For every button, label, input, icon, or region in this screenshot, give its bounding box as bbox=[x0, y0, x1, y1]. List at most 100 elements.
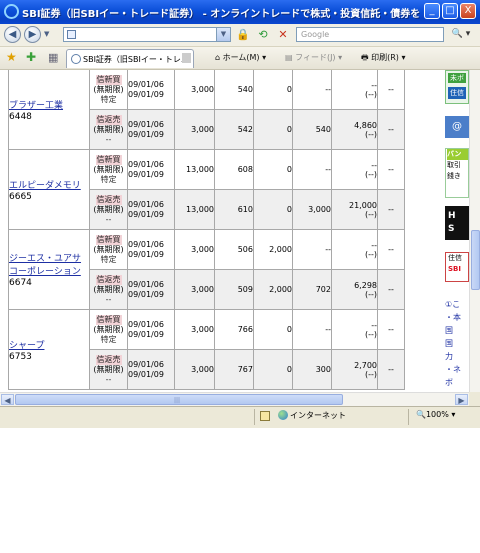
protected-mode-icon[interactable] bbox=[260, 411, 270, 421]
scroll-right-icon[interactable]: ▶ bbox=[455, 394, 468, 405]
search-input[interactable]: Google bbox=[296, 27, 444, 42]
feed-label: フィード(J) bbox=[295, 53, 336, 62]
value-cell: 702 bbox=[292, 269, 332, 310]
value-cell: 2,000 bbox=[253, 229, 293, 270]
close-button[interactable]: X bbox=[460, 3, 476, 19]
sidebar-notice-item[interactable]: ・ネ bbox=[445, 363, 469, 376]
sidebar-banner-1-top: 未ボ bbox=[448, 73, 466, 83]
back-button[interactable]: ◀ bbox=[4, 26, 21, 43]
settle-date: 09/01/09 bbox=[128, 129, 164, 139]
order-type-cell: 信新買 (無期限) 特定 bbox=[89, 229, 128, 270]
value-cell: 0 bbox=[253, 309, 293, 350]
order-dates-cell: 09/01/06 09/01/09 bbox=[127, 70, 175, 110]
stop-icon[interactable]: ✕ bbox=[276, 28, 290, 42]
value-cell: 540 bbox=[292, 109, 332, 150]
minimize-button[interactable]: _ bbox=[424, 3, 440, 19]
value-cell: 0 bbox=[253, 109, 293, 150]
status-divider bbox=[254, 409, 255, 425]
sidebar-banner-4[interactable]: H S bbox=[445, 206, 469, 240]
stock-name-link[interactable]: ジーエス・ユアサ コーポレーション bbox=[9, 251, 89, 277]
order-type-kind: 信返売 bbox=[95, 114, 122, 125]
sidebar-notice-item[interactable]: ボ bbox=[445, 376, 469, 389]
add-favorite-icon[interactable]: ✚ bbox=[26, 50, 36, 64]
order-type-term: (無期限) bbox=[93, 124, 124, 134]
profit-loss-cell: -- (--) bbox=[331, 309, 378, 350]
stock-name-link[interactable]: エルピーダメモリ bbox=[9, 178, 89, 191]
zoom-control[interactable]: 🔍100% ▾ bbox=[416, 410, 455, 419]
profit-loss-cell: 2,700 (--) bbox=[331, 349, 378, 390]
sidebar-notice-item[interactable]: 力 bbox=[445, 350, 469, 363]
lock-icon[interactable]: 🔒 bbox=[236, 28, 250, 42]
search-button[interactable]: 🔍 ▾ bbox=[448, 27, 474, 42]
favorites-star-icon[interactable]: ★ bbox=[6, 50, 17, 64]
order-type-cell: 信新買 (無期限) 特定 bbox=[89, 309, 128, 350]
profit-loss-sub: (--) bbox=[364, 169, 377, 179]
refresh-icon[interactable]: ⟲ bbox=[256, 28, 270, 42]
profit-loss-sub: (--) bbox=[364, 209, 377, 219]
order-type-account: 特定 bbox=[100, 254, 117, 264]
profit-loss-value: -- bbox=[371, 320, 377, 330]
vertical-scroll-thumb[interactable] bbox=[471, 230, 480, 290]
price-cell: 540 bbox=[214, 70, 254, 110]
order-date: 09/01/06 bbox=[128, 159, 164, 169]
last-cell: -- bbox=[377, 149, 405, 190]
sidebar-notice-item[interactable]: 国 bbox=[445, 337, 469, 350]
sidebar-notice-item[interactable]: 国 bbox=[445, 324, 469, 337]
stock-name-line: コーポレーション bbox=[9, 267, 81, 277]
vertical-scrollbar[interactable] bbox=[469, 70, 480, 392]
profit-loss-cell: -- (--) bbox=[331, 229, 378, 270]
value-cell: 0 bbox=[253, 70, 293, 110]
internet-zone-icon bbox=[278, 410, 288, 420]
address-bar[interactable]: ▼ bbox=[63, 27, 231, 42]
sidebar-banner-1[interactable]: 未ボ 住信 bbox=[445, 70, 469, 104]
sidebar-banner-5-line2: SBI bbox=[448, 265, 461, 273]
feed-button[interactable]: ▤ フィード(J) ▾ bbox=[285, 52, 342, 63]
sidebar-banner-3[interactable]: バン 取引 錢き bbox=[445, 148, 469, 198]
last-cell: -- bbox=[377, 70, 405, 110]
horizontal-scrollbar[interactable]: ◀ ||| ▶ bbox=[0, 392, 469, 406]
new-tab-icon[interactable] bbox=[182, 53, 191, 63]
stock-name-link[interactable]: ブラザー工業 bbox=[9, 98, 89, 111]
maximize-button[interactable]: □ bbox=[442, 3, 458, 19]
scroll-left-icon[interactable]: ◀ bbox=[1, 394, 14, 405]
quick-tabs-icon[interactable]: ▦ bbox=[48, 51, 58, 64]
profit-loss-cell: 4,860 (--) bbox=[331, 109, 378, 150]
zone-label: インターネット bbox=[290, 411, 346, 420]
value-cell: 3,000 bbox=[292, 189, 332, 230]
sidebar-banner-5[interactable]: 住信 SBI bbox=[445, 252, 469, 282]
scrollbar-corner bbox=[469, 392, 480, 406]
stock-name-link[interactable]: シャープ bbox=[9, 338, 89, 351]
print-button[interactable]: 🖶 印刷(R) ▾ bbox=[361, 52, 405, 66]
order-dates-cell: 09/01/06 09/01/09 bbox=[127, 109, 175, 150]
order-type-term: (無期限) bbox=[93, 84, 124, 94]
order-date: 09/01/06 bbox=[128, 239, 164, 249]
security-zone[interactable]: インターネット bbox=[278, 410, 346, 421]
stock-code: 6753 bbox=[9, 351, 32, 362]
order-type-term: (無期限) bbox=[93, 284, 124, 294]
tab-sbi[interactable]: SBI証券（旧SBIイー・トレ... bbox=[66, 49, 194, 68]
order-type-account: 特定 bbox=[100, 334, 117, 344]
profit-loss-sub: (--) bbox=[364, 289, 377, 299]
sidebar-banner-2[interactable]: @ bbox=[445, 116, 469, 138]
positions-table: ブラザー工業 6448 信新買 (無期限) 特定 09/01/06 09/01/09 3,00… bbox=[8, 70, 405, 390]
order-date: 09/01/06 bbox=[128, 279, 164, 289]
order-type-term: (無期限) bbox=[93, 204, 124, 214]
settle-date: 09/01/09 bbox=[128, 89, 164, 99]
order-type-account: 特定 bbox=[100, 174, 117, 184]
print-label: 印刷(R) bbox=[371, 53, 399, 62]
sidebar-notice-item[interactable]: ・本 bbox=[445, 311, 469, 324]
forward-button[interactable]: ▶ bbox=[24, 26, 41, 43]
profit-loss-value: -- bbox=[371, 160, 377, 170]
table-row: シャープ 6753 信新買 (無期限) 特定 09/01/06 09/01/09 3,000 7… bbox=[8, 309, 405, 390]
home-button[interactable]: ⌂ ホーム(M) ▾ bbox=[215, 52, 266, 63]
quantity-cell: 3,000 bbox=[174, 229, 215, 270]
table-row: ジーエス・ユアサ コーポレーション 6674 信新買 (無期限) 特定 09/01/06 09… bbox=[8, 229, 405, 310]
profit-loss-sub: (--) bbox=[364, 369, 377, 379]
order-date: 09/01/06 bbox=[128, 79, 164, 89]
quantity-cell: 3,000 bbox=[174, 70, 215, 110]
address-dropdown-icon[interactable]: ▼ bbox=[216, 28, 230, 41]
horizontal-scroll-thumb[interactable]: ||| bbox=[15, 394, 343, 405]
history-dropdown-icon[interactable]: ▼ bbox=[44, 30, 49, 38]
settle-date: 09/01/09 bbox=[128, 329, 164, 339]
settle-date: 09/01/09 bbox=[128, 169, 164, 179]
